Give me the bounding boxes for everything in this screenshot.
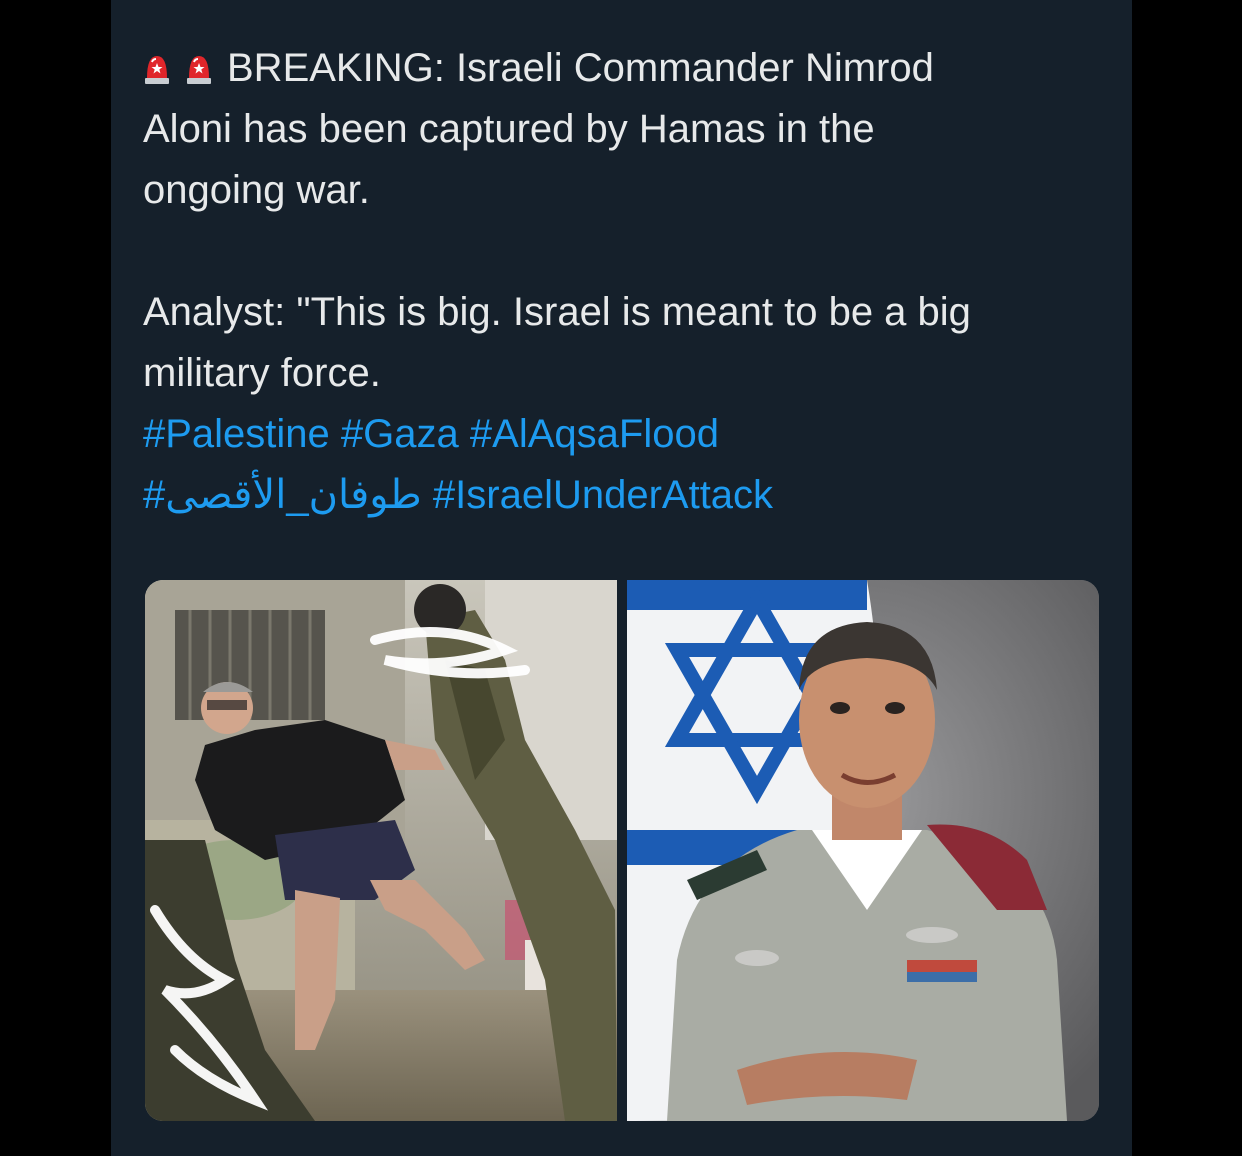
screenshot-frame: BREAKING: Israeli Commander Nimrod Aloni…	[0, 0, 1242, 1156]
hashtag-gaza[interactable]: #Gaza	[341, 412, 459, 456]
hashtag-israelunderattack[interactable]: #IsraelUnderAttack	[433, 473, 773, 517]
hashtag-line-2: #طوفان_الأقصى #IsraelUnderAttack	[143, 465, 1103, 526]
tweet-line-text: BREAKING: Israeli Commander Nimrod	[227, 46, 934, 90]
police-light-icon	[143, 52, 171, 84]
tweet-text: BREAKING: Israeli Commander Nimrod Aloni…	[143, 38, 1103, 526]
tweet-card: BREAKING: Israeli Commander Nimrod Aloni…	[111, 0, 1132, 1156]
tweet-line-3: ongoing war.	[143, 168, 370, 212]
hashtag-line-1: #Palestine #Gaza #AlAqsaFlood	[143, 404, 1103, 465]
tweet-media	[145, 580, 1099, 1121]
tweet-line-4: Analyst: "This is big. Israel is meant t…	[143, 290, 971, 334]
tweet-line-1: BREAKING: Israeli Commander Nimrod	[143, 38, 1103, 99]
hashtag-palestine[interactable]: #Palestine	[143, 412, 330, 456]
tweet-line-5: military force.	[143, 351, 381, 395]
photo-officer-portrait[interactable]	[627, 580, 1099, 1121]
hashtag-alaqsaflood[interactable]: #AlAqsaFlood	[470, 412, 719, 456]
police-light-icon	[185, 52, 213, 84]
hashtag-arabic[interactable]: #طوفان_الأقصى	[143, 473, 422, 517]
photo-captured-man[interactable]	[145, 580, 617, 1121]
tweet-line-2: Aloni has been captured by Hamas in the	[143, 107, 875, 151]
